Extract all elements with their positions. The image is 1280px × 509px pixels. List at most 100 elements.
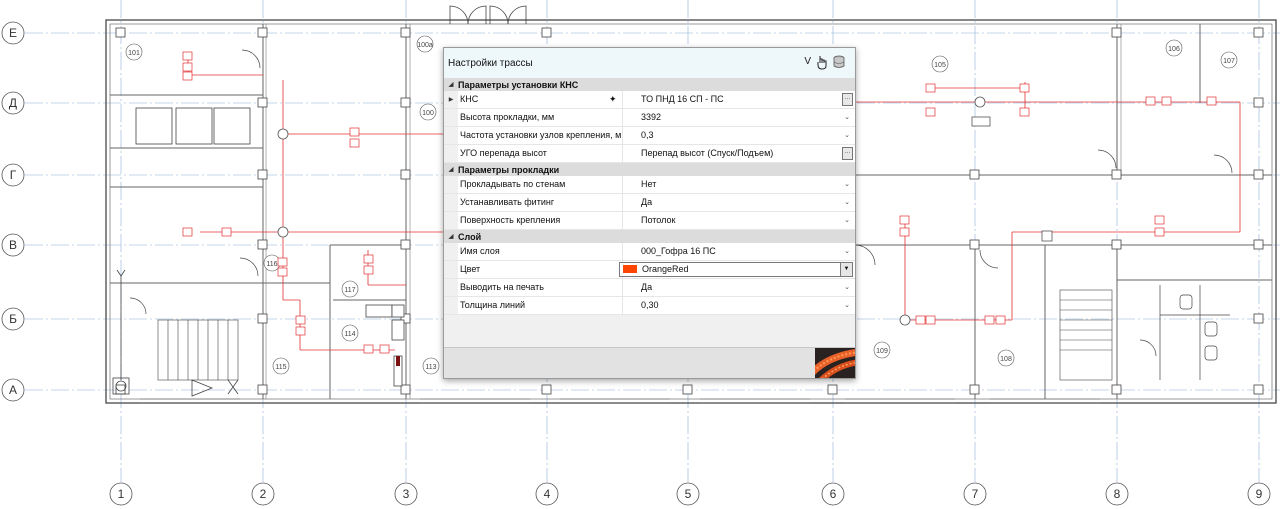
row-axis-labels: Е Д Г В Б А [9,26,17,397]
chevron-down-icon[interactable]: ⌄ [844,297,850,314]
room-number: 108 [1000,356,1012,363]
room-number: 100 [422,110,434,117]
property-value[interactable]: 0,3 ⌄ [623,127,855,144]
collapse-triangle-icon[interactable]: ◢ [444,233,458,240]
property-value-text: Да [641,282,653,292]
property-value-text: 000_Гофра 16 ПС [641,246,716,256]
property-value-text: Перепад высот (Спуск/Подъем) [641,148,774,158]
property-value[interactable]: 000_Гофра 16 ПС ⌄ [623,243,855,260]
property-row-layer-name[interactable]: Имя слоя 000_Гофра 16 ПС ⌄ [444,243,855,261]
property-value[interactable]: Перепад высот (Спуск/Подъем) … [623,145,855,162]
property-value-text: Нет [641,179,657,189]
room-number: 115 [275,364,286,371]
row-axis-label: А [9,383,17,397]
property-value[interactable]: Да ⌄ [623,194,855,211]
property-row-height[interactable]: Высота прокладки, мм 3392 ⌄ [444,109,855,127]
room-number: 113 [425,364,436,371]
row-axis-label: Б [9,312,17,326]
property-value[interactable]: Потолок ⌄ [623,212,855,229]
property-name: Устанавливать фитинг [458,194,623,211]
v-button[interactable]: V [804,56,811,67]
property-name: Прокладывать по стенам [458,176,623,193]
room-number: 114 [344,331,355,338]
row-axis-bubbles [1,21,25,402]
property-name: УГО перепада высот [458,145,623,162]
property-row-color[interactable]: Цвет OrangeRed ▼ [444,261,855,279]
room-number: 105 [934,62,946,69]
property-value[interactable]: Нет ⌄ [623,176,855,193]
color-swatch [623,265,637,273]
property-row-print[interactable]: Выводить на печать Да ⌄ [444,279,855,297]
chevron-down-icon[interactable]: ⌄ [844,127,850,144]
property-value[interactable]: 3392 ⌄ [623,109,855,126]
expand-triangle-icon[interactable]: ▶ [444,91,458,108]
route-settings-dialog[interactable]: Настройки трассы V ◢ Параметры установки… [443,47,856,379]
pin-icon: ✦ [609,94,617,104]
column-axis-label: 5 [685,487,692,501]
dialog-title: Настройки трассы [448,58,533,69]
column-axis-label: 3 [403,487,410,501]
corrugated-pipe-preview-image [815,348,855,378]
column-axis-label: 4 [544,487,551,501]
dialog-titlebar[interactable]: Настройки трассы V [444,48,855,79]
column-axis-label: 7 [972,487,979,501]
row-axis-label: Д [9,96,17,110]
property-name: Выводить на печать [458,279,623,296]
room-number: 109 [876,348,888,355]
chevron-down-icon[interactable]: ⌄ [844,243,850,260]
dropdown-arrow-icon[interactable]: ▼ [840,263,852,276]
property-value[interactable]: ✦ ТО ПНД 16 СП - ПС … [609,91,855,108]
ellipsis-button[interactable]: … [842,93,853,106]
property-name: Имя слоя [458,243,623,260]
chevron-down-icon[interactable]: ⌄ [844,176,850,193]
row-axis-label: Г [10,168,17,182]
chevron-down-icon[interactable]: ⌄ [844,212,850,229]
property-name: Поверхность крепления [458,212,623,229]
property-name: КНС [458,91,623,108]
property-row-knc[interactable]: ▶ КНС ✦ ТО ПНД 16 СП - ПС … [444,91,855,109]
property-row-lay-on-walls[interactable]: Прокладывать по стенам Нет ⌄ [444,176,855,194]
hand-pointer-icon[interactable] [815,54,829,70]
database-icon[interactable] [832,54,846,70]
property-row-mount-surface[interactable]: Поверхность крепления Потолок ⌄ [444,212,855,230]
entrance-doors [449,5,527,25]
dialog-footer [444,347,855,378]
collapse-triangle-icon[interactable]: ◢ [444,166,458,173]
property-row-install-fitting[interactable]: Устанавливать фитинг Да ⌄ [444,194,855,212]
plan-symbols [112,269,239,397]
lockers [135,107,251,145]
chevron-down-icon[interactable]: ⌄ [844,109,850,126]
color-select[interactable]: OrangeRed ▼ [619,262,853,277]
chevron-down-icon[interactable]: ⌄ [844,194,850,211]
property-value-text: Потолок [641,215,676,225]
stairs-left [157,319,239,381]
property-value-text: 3392 [641,112,662,122]
property-name: Толщина линий [458,297,623,314]
property-value[interactable]: Да ⌄ [623,279,855,296]
category-layer[interactable]: ◢ Слой [444,230,855,243]
category-title: Слой [458,231,482,242]
ellipsis-button[interactable]: … [842,147,853,160]
category-laying-settings[interactable]: ◢ Параметры прокладки [444,163,855,176]
room-number: 117 [344,287,355,294]
property-row-mount-frequency[interactable]: Частота установки узлов крепления, м 0,3… [444,127,855,145]
category-knc-settings[interactable]: ◢ Параметры установки КНС [444,78,855,91]
room-number: 100а [417,42,433,49]
wc-fixtures [1159,285,1230,380]
property-row-line-weight[interactable]: Толщина линий 0,30 ⌄ [444,297,855,315]
property-value[interactable]: 0,30 ⌄ [623,297,855,314]
room-number: 107 [1223,58,1235,65]
collapse-triangle-icon[interactable]: ◢ [444,81,458,88]
row-axis-label: В [9,238,17,252]
category-title: Параметры прокладки [458,164,560,175]
property-row-height-drop-symbol[interactable]: УГО перепада высот Перепад высот (Спуск/… [444,145,855,163]
property-value[interactable]: OrangeRed ▼ [619,261,855,278]
row-axis-label: Е [9,26,17,40]
column-axis-label: 8 [1114,487,1121,501]
column-axis-label: 2 [260,487,267,501]
stairs-right [1059,289,1113,381]
chevron-down-icon[interactable]: ⌄ [844,279,850,296]
color-name: OrangeRed [642,264,689,274]
column-axis-label: 1 [118,487,125,501]
column-axis-labels: 1 2 3 4 5 6 7 8 9 [118,487,1263,501]
